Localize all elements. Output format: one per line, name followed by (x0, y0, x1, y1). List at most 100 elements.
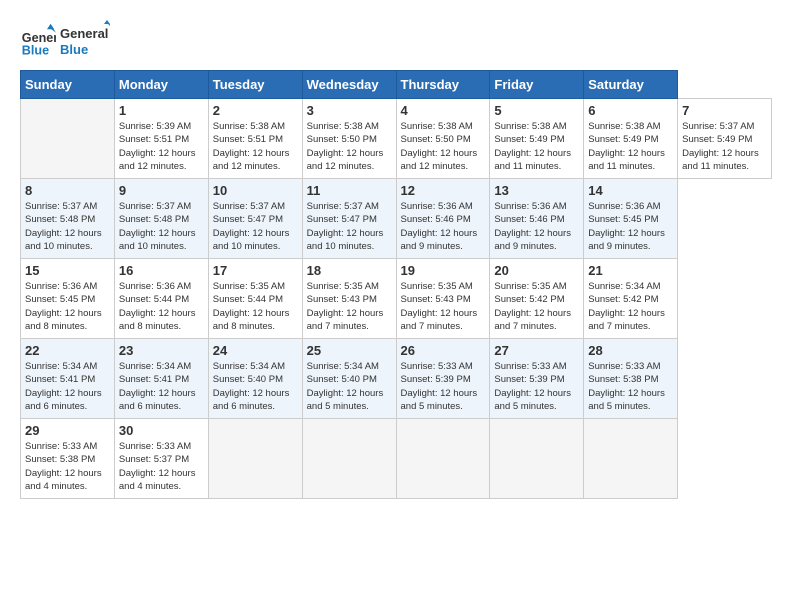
day-info: Sunrise: 5:38 AMSunset: 5:50 PMDaylight:… (307, 120, 392, 173)
day-info: Sunrise: 5:33 AMSunset: 5:38 PMDaylight:… (588, 360, 673, 413)
calendar-cell: 30 Sunrise: 5:33 AMSunset: 5:37 PMDayligh… (114, 419, 208, 499)
day-number: 12 (401, 183, 486, 198)
day-number: 7 (682, 103, 767, 118)
calendar-cell: 21Sunrise: 5:34 AMSunset: 5:42 PMDayligh… (584, 259, 678, 339)
page-header: General Blue General Blue (20, 20, 772, 60)
day-info: Sunrise: 5:33 AMSunset: 5:38 PMDaylight:… (25, 440, 110, 493)
calendar-cell: 8 Sunrise: 5:37 AMSunset: 5:48 PMDaylight… (21, 179, 115, 259)
day-info: Sunrise: 5:33 AMSunset: 5:39 PMDaylight:… (401, 360, 486, 413)
day-info: Sunrise: 5:34 AMSunset: 5:41 PMDaylight:… (119, 360, 204, 413)
day-number: 25 (307, 343, 392, 358)
svg-text:Blue: Blue (60, 42, 88, 57)
day-number: 5 (494, 103, 579, 118)
calendar-cell: 9 Sunrise: 5:37 AMSunset: 5:48 PMDaylight… (114, 179, 208, 259)
calendar-cell: 18 Sunrise: 5:35 AMSunset: 5:43 PMDayligh… (302, 259, 396, 339)
calendar-cell: 12 Sunrise: 5:36 AMSunset: 5:46 PMDayligh… (396, 179, 490, 259)
calendar-cell: 29 Sunrise: 5:33 AMSunset: 5:38 PMDayligh… (21, 419, 115, 499)
day-number: 28 (588, 343, 673, 358)
calendar-cell (584, 419, 678, 499)
day-number: 16 (119, 263, 204, 278)
calendar-week-row: 1 Sunrise: 5:39 AMSunset: 5:51 PMDaylight… (21, 99, 772, 179)
day-info: Sunrise: 5:37 AMSunset: 5:48 PMDaylight:… (119, 200, 204, 253)
calendar-cell: 11 Sunrise: 5:37 AMSunset: 5:47 PMDayligh… (302, 179, 396, 259)
day-number: 27 (494, 343, 579, 358)
day-number: 6 (588, 103, 673, 118)
calendar-cell (396, 419, 490, 499)
day-number: 3 (307, 103, 392, 118)
calendar-cell: 25 Sunrise: 5:34 AMSunset: 5:40 PMDayligh… (302, 339, 396, 419)
day-info: Sunrise: 5:36 AMSunset: 5:44 PMDaylight:… (119, 280, 204, 333)
col-header-tuesday: Tuesday (208, 71, 302, 99)
day-number: 30 (119, 423, 204, 438)
calendar-cell: 6 Sunrise: 5:38 AMSunset: 5:49 PMDaylight… (584, 99, 678, 179)
day-number: 4 (401, 103, 486, 118)
day-info: Sunrise: 5:34 AMSunset: 5:40 PMDaylight:… (307, 360, 392, 413)
col-header-wednesday: Wednesday (302, 71, 396, 99)
day-info: Sunrise: 5:33 AMSunset: 5:39 PMDaylight:… (494, 360, 579, 413)
svg-text:Blue: Blue (22, 43, 49, 57)
calendar-cell: 15Sunrise: 5:36 AMSunset: 5:45 PMDayligh… (21, 259, 115, 339)
day-info: Sunrise: 5:36 AMSunset: 5:45 PMDaylight:… (25, 280, 110, 333)
calendar-cell (208, 419, 302, 499)
day-number: 23 (119, 343, 204, 358)
calendar-cell (490, 419, 584, 499)
col-header-thursday: Thursday (396, 71, 490, 99)
calendar-cell: 4 Sunrise: 5:38 AMSunset: 5:50 PMDaylight… (396, 99, 490, 179)
day-number: 14 (588, 183, 673, 198)
col-header-saturday: Saturday (584, 71, 678, 99)
day-info: Sunrise: 5:36 AMSunset: 5:46 PMDaylight:… (494, 200, 579, 253)
general-blue-logo-svg: General Blue (60, 20, 110, 60)
calendar-cell: 10Sunrise: 5:37 AMSunset: 5:47 PMDayligh… (208, 179, 302, 259)
day-number: 22 (25, 343, 110, 358)
day-info: Sunrise: 5:38 AMSunset: 5:49 PMDaylight:… (588, 120, 673, 173)
day-number: 8 (25, 183, 110, 198)
day-info: Sunrise: 5:35 AMSunset: 5:44 PMDaylight:… (213, 280, 298, 333)
day-number: 20 (494, 263, 579, 278)
day-info: Sunrise: 5:38 AMSunset: 5:51 PMDaylight:… (213, 120, 298, 173)
day-info: Sunrise: 5:35 AMSunset: 5:43 PMDaylight:… (307, 280, 392, 333)
calendar-cell: 19Sunrise: 5:35 AMSunset: 5:43 PMDayligh… (396, 259, 490, 339)
day-info: Sunrise: 5:37 AMSunset: 5:48 PMDaylight:… (25, 200, 110, 253)
calendar-cell (302, 419, 396, 499)
day-number: 9 (119, 183, 204, 198)
day-info: Sunrise: 5:39 AMSunset: 5:51 PMDaylight:… (119, 120, 204, 173)
calendar-cell: 22Sunrise: 5:34 AMSunset: 5:41 PMDayligh… (21, 339, 115, 419)
calendar-cell: 23 Sunrise: 5:34 AMSunset: 5:41 PMDayligh… (114, 339, 208, 419)
calendar-week-row: 22 Sunrise: 5:34 AMSunset: 5:41 PMDayligh… (21, 339, 772, 419)
day-number: 19 (401, 263, 486, 278)
day-number: 1 (119, 103, 204, 118)
day-info: Sunrise: 5:37 AMSunset: 5:47 PMDaylight:… (307, 200, 392, 253)
calendar-cell (21, 99, 115, 179)
day-info: Sunrise: 5:38 AMSunset: 5:50 PMDaylight:… (401, 120, 486, 173)
calendar-header-row: SundayMondayTuesdayWednesdayThursdayFrid… (21, 71, 772, 99)
calendar-cell: 28 Sunrise: 5:33 AMSunset: 5:38 PMDayligh… (584, 339, 678, 419)
day-info: Sunrise: 5:37 AMSunset: 5:49 PMDaylight:… (682, 120, 767, 173)
calendar-table: SundayMondayTuesdayWednesdayThursdayFrid… (20, 70, 772, 499)
col-header-monday: Monday (114, 71, 208, 99)
calendar-cell: 17 Sunrise: 5:35 AMSunset: 5:44 PMDayligh… (208, 259, 302, 339)
logo-icon: General Blue (20, 22, 56, 58)
day-info: Sunrise: 5:38 AMSunset: 5:49 PMDaylight:… (494, 120, 579, 173)
day-number: 11 (307, 183, 392, 198)
calendar-cell: 14Sunrise: 5:36 AMSunset: 5:45 PMDayligh… (584, 179, 678, 259)
calendar-week-row: 29 Sunrise: 5:33 AMSunset: 5:38 PMDayligh… (21, 419, 772, 499)
day-number: 10 (213, 183, 298, 198)
calendar-cell: 16 Sunrise: 5:36 AMSunset: 5:44 PMDayligh… (114, 259, 208, 339)
day-number: 26 (401, 343, 486, 358)
day-info: Sunrise: 5:35 AMSunset: 5:42 PMDaylight:… (494, 280, 579, 333)
calendar-week-row: 15Sunrise: 5:36 AMSunset: 5:45 PMDayligh… (21, 259, 772, 339)
day-info: Sunrise: 5:34 AMSunset: 5:42 PMDaylight:… (588, 280, 673, 333)
day-number: 18 (307, 263, 392, 278)
day-info: Sunrise: 5:36 AMSunset: 5:46 PMDaylight:… (401, 200, 486, 253)
day-number: 17 (213, 263, 298, 278)
col-header-sunday: Sunday (21, 71, 115, 99)
day-number: 2 (213, 103, 298, 118)
calendar-cell: 1 Sunrise: 5:39 AMSunset: 5:51 PMDaylight… (114, 99, 208, 179)
calendar-cell: 13 Sunrise: 5:36 AMSunset: 5:46 PMDayligh… (490, 179, 584, 259)
svg-text:General: General (60, 26, 108, 41)
day-number: 13 (494, 183, 579, 198)
calendar-cell: 24Sunrise: 5:34 AMSunset: 5:40 PMDayligh… (208, 339, 302, 419)
day-info: Sunrise: 5:33 AMSunset: 5:37 PMDaylight:… (119, 440, 204, 493)
day-number: 29 (25, 423, 110, 438)
calendar-cell: 20 Sunrise: 5:35 AMSunset: 5:42 PMDayligh… (490, 259, 584, 339)
